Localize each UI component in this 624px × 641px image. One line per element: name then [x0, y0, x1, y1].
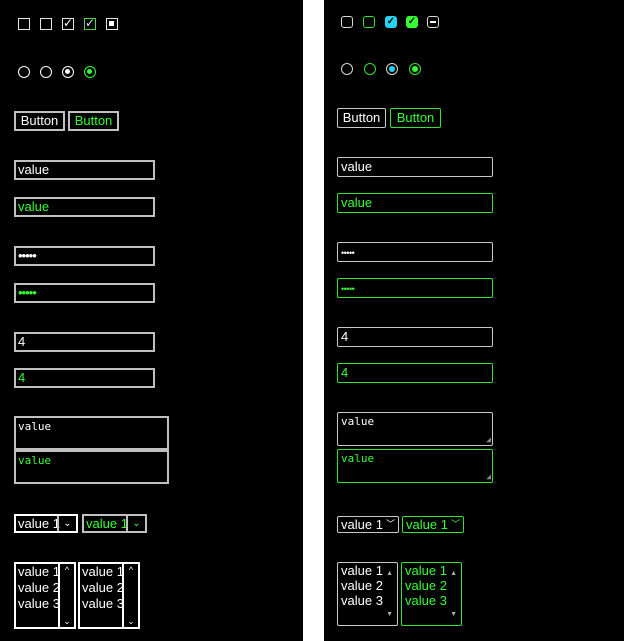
- radio-checked[interactable]: [62, 66, 74, 78]
- checkmark-icon: ✓: [85, 16, 96, 30]
- radio-unchecked[interactable]: [341, 63, 353, 75]
- button-white[interactable]: Button: [337, 108, 386, 128]
- scroll-up-icon[interactable]: ^: [124, 565, 138, 575]
- checkbox-checked[interactable]: ✓: [385, 16, 397, 28]
- checkbox-unchecked[interactable]: [18, 18, 30, 30]
- select-value: value 1: [86, 516, 128, 531]
- listbox-white-alt[interactable]: value 1 value 2 value 3 ^ ⌄: [78, 562, 140, 629]
- select-green[interactable]: value 1 ﹀: [402, 516, 464, 533]
- checkbox-checked-green[interactable]: ✓: [84, 16, 96, 30]
- scroll-up-icon[interactable]: ▲: [386, 566, 393, 581]
- resize-grip-icon[interactable]: ◢: [486, 436, 491, 444]
- chevron-down-icon: ﹀: [385, 519, 395, 529]
- checkbox-indeterminate[interactable]: [106, 18, 118, 30]
- select-green[interactable]: value 1 ⌄: [82, 514, 147, 533]
- button-white[interactable]: Button: [14, 111, 65, 131]
- listbox-green[interactable]: value 1 value 2 value 3 ▲ ▼: [401, 562, 462, 626]
- list-item[interactable]: value 3: [405, 593, 461, 608]
- radio-dot: [65, 69, 70, 74]
- scroll-up-icon[interactable]: ▲: [450, 566, 457, 581]
- password-input-white[interactable]: •••••: [337, 242, 493, 262]
- number-input-green[interactable]: 4: [14, 368, 155, 388]
- scroll-up-icon[interactable]: ^: [60, 565, 74, 575]
- textarea-green[interactable]: value: [14, 450, 169, 484]
- radio-checked-green[interactable]: [84, 66, 96, 78]
- radio-checked-green[interactable]: [409, 63, 421, 75]
- textarea-white[interactable]: value ◢: [337, 412, 493, 446]
- text-input-white[interactable]: value: [337, 157, 493, 177]
- radio-dot: [389, 66, 395, 72]
- scroll-down-icon[interactable]: ⌄: [60, 616, 74, 626]
- scroll-down-icon[interactable]: ▼: [450, 607, 457, 622]
- chevron-down-icon: ﹀: [450, 519, 460, 529]
- checkbox-unchecked-alt[interactable]: [40, 18, 52, 30]
- text-input-white[interactable]: value: [14, 160, 155, 180]
- select-value: value 1: [18, 516, 60, 531]
- listbox-white[interactable]: value 1 value 2 value 3 ▲ ▼: [337, 562, 398, 626]
- radio-dot: [87, 69, 92, 74]
- password-mask: •••••: [341, 248, 355, 258]
- resize-grip-icon[interactable]: ◢: [486, 473, 491, 481]
- checkbox-indeterminate[interactable]: [427, 16, 439, 28]
- indeterminate-icon: [430, 21, 436, 23]
- select-white[interactable]: value 1 ﹀: [337, 516, 399, 533]
- textarea-green[interactable]: value ◢: [337, 449, 493, 483]
- text-input-green[interactable]: value: [337, 193, 493, 213]
- password-mask: •••••: [341, 284, 355, 294]
- textarea-white[interactable]: value: [14, 416, 169, 450]
- password-input-white[interactable]: •••••: [14, 246, 155, 266]
- modern-controls-panel: ✓ ✓ Button Button value value ••••• ••••…: [324, 0, 624, 641]
- radio-dot: [412, 66, 418, 72]
- checkbox-unchecked[interactable]: [341, 16, 353, 28]
- password-mask: •••••: [18, 285, 37, 300]
- number-input-green[interactable]: 4: [337, 363, 493, 383]
- text-input-green[interactable]: value: [14, 197, 155, 217]
- radio-unchecked[interactable]: [18, 66, 30, 78]
- password-mask: •••••: [18, 248, 37, 263]
- button-green[interactable]: Button: [68, 111, 119, 131]
- number-input-white[interactable]: 4: [14, 332, 155, 352]
- scroll-down-icon[interactable]: ⌄: [124, 616, 138, 626]
- scrollbar[interactable]: ^ ⌄: [58, 564, 74, 627]
- select-white[interactable]: value 1 ⌄: [14, 514, 78, 533]
- checkbox-unchecked-green[interactable]: [363, 16, 375, 28]
- checkmark-icon: ✓: [63, 16, 74, 30]
- select-value: value 1: [406, 517, 448, 532]
- classic-controls-panel: ✓ ✓ Button Button value value ••••• ••••…: [0, 0, 303, 641]
- list-item[interactable]: value 3: [341, 593, 397, 608]
- select-value: value 1: [341, 517, 383, 532]
- scrollbar[interactable]: ^ ⌄: [122, 564, 138, 627]
- radio-checked[interactable]: [386, 63, 398, 75]
- textarea-value: value: [341, 415, 375, 428]
- password-input-green[interactable]: •••••: [14, 283, 155, 303]
- textarea-value: value: [341, 452, 375, 465]
- scroll-down-icon[interactable]: ▼: [386, 607, 393, 622]
- number-input-white[interactable]: 4: [337, 327, 493, 347]
- password-input-green[interactable]: •••••: [337, 278, 493, 298]
- chevron-down-icon: ⌄: [126, 516, 145, 531]
- button-green[interactable]: Button: [390, 108, 441, 128]
- radio-unchecked-alt[interactable]: [40, 66, 52, 78]
- checkmark-icon: ✓: [386, 16, 396, 27]
- checkbox-checked[interactable]: ✓: [62, 16, 74, 30]
- checkbox-checked-green[interactable]: ✓: [406, 16, 418, 28]
- chevron-down-icon: ⌄: [57, 516, 76, 531]
- listbox-white[interactable]: value 1 value 2 value 3 ^ ⌄: [14, 562, 76, 629]
- radio-unchecked-green[interactable]: [364, 63, 376, 75]
- checkmark-icon: ✓: [407, 16, 417, 27]
- indeterminate-icon: [109, 21, 114, 26]
